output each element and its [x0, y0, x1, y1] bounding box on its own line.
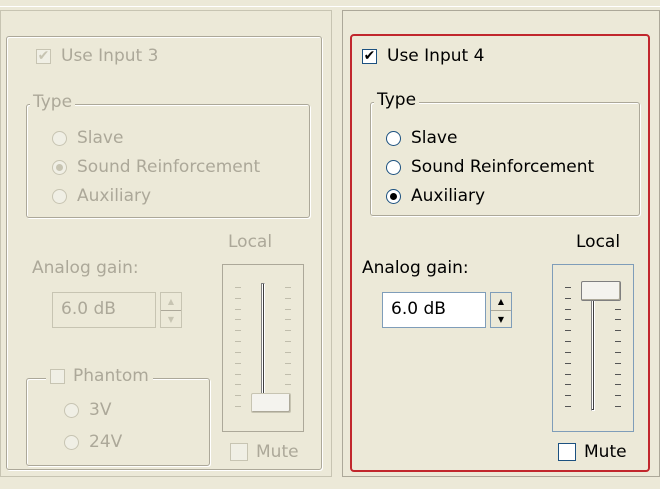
use-input-4-checkbox[interactable]: ✔ Use Input 4 [362, 46, 484, 66]
slider-ticks-right [285, 287, 291, 407]
input-4-gain-field[interactable]: 6.0 dB [382, 292, 486, 328]
radio-label: Sound Reinforcement [411, 157, 595, 177]
radio-icon [64, 402, 79, 418]
input-4-local-label: Local [576, 232, 621, 252]
radio-icon [386, 130, 401, 146]
input-3-phantom-group [26, 378, 210, 466]
mute-label: Mute [584, 442, 627, 462]
radio-icon [386, 159, 401, 175]
input-4-radio-sound-reinforcement[interactable]: Sound Reinforcement [386, 157, 594, 177]
input-4-mute-checkbox[interactable]: Mute [558, 442, 627, 462]
spin-up-arrow-icon[interactable]: ▲ [491, 293, 511, 310]
phantom-checkbox[interactable]: Phantom [46, 366, 153, 386]
input-3-radio-sound-reinforcement[interactable]: Sound Reinforcement [52, 157, 260, 177]
slider-track [261, 283, 265, 411]
checkbox-icon [50, 368, 65, 384]
checkmark-icon: ✔ [36, 48, 51, 64]
slider-thumb[interactable] [581, 281, 621, 301]
radio-label: 24V [89, 432, 123, 452]
slider-ticks-right [615, 287, 621, 407]
mute-label: Mute [256, 442, 299, 462]
input-4-gain-spinner[interactable]: ▲ ▼ [490, 292, 512, 328]
checkmark-icon: ✔ [362, 48, 377, 64]
use-input-4-label: Use Input 4 [387, 46, 485, 66]
slider-track [591, 283, 595, 411]
radio-icon [386, 188, 401, 204]
radio-icon [64, 434, 79, 450]
input-4-level-slider[interactable] [552, 264, 634, 432]
radio-label: Slave [77, 128, 124, 148]
input-3-gain-field[interactable]: 6.0 dB [52, 292, 156, 328]
use-input-3-label: Use Input 3 [61, 46, 159, 66]
input-4-type-label: Type [374, 91, 420, 109]
radio-label: 3V [89, 400, 112, 420]
slider-ticks-left [235, 287, 241, 407]
phantom-radio-3v[interactable]: 3V [64, 400, 111, 420]
input-3-level-slider[interactable] [222, 264, 304, 432]
spin-up-arrow-icon[interactable]: ▲ [161, 293, 181, 310]
input-4-radio-slave[interactable]: Slave [386, 128, 457, 148]
slider-ticks-left [565, 287, 571, 407]
input-4-radio-auxiliary[interactable]: Auxiliary [386, 186, 485, 206]
radio-label: Sound Reinforcement [77, 157, 261, 177]
phantom-radio-24v[interactable]: 24V [64, 432, 122, 452]
radio-label: Auxiliary [411, 186, 486, 206]
input-3-gain-spinner[interactable]: ▲ ▼ [160, 292, 182, 328]
input-3-type-label: Type [30, 93, 76, 111]
phantom-label: Phantom [73, 366, 149, 386]
slider-thumb[interactable] [251, 393, 291, 413]
radio-icon [52, 159, 67, 175]
input-3-analog-gain-label: Analog gain: [32, 258, 139, 278]
spin-down-arrow-icon[interactable]: ▼ [491, 310, 511, 327]
top-divider [0, 0, 660, 7]
input-3-radio-slave[interactable]: Slave [52, 128, 123, 148]
radio-icon [52, 188, 67, 204]
radio-label: Slave [411, 128, 458, 148]
input-3-local-label: Local [228, 232, 273, 252]
checkbox-icon [558, 443, 576, 461]
spin-down-arrow-icon[interactable]: ▼ [161, 310, 181, 327]
radio-label: Auxiliary [77, 186, 152, 206]
checkbox-icon [230, 443, 248, 461]
input-3-mute-checkbox[interactable]: Mute [230, 442, 299, 462]
input-3-radio-auxiliary[interactable]: Auxiliary [52, 186, 151, 206]
input-4-analog-gain-label: Analog gain: [362, 258, 469, 278]
radio-icon [52, 130, 67, 146]
use-input-3-checkbox[interactable]: ✔ Use Input 3 [36, 46, 163, 66]
